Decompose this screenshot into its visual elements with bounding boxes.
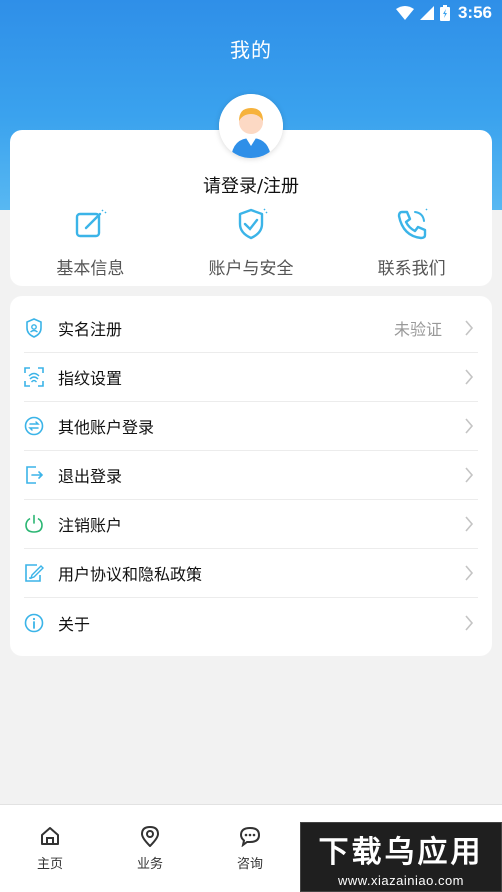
status-bar: 3:56 <box>0 0 502 26</box>
tab-home[interactable]: 主页 <box>0 805 100 892</box>
page-title: 我的 <box>230 38 272 62</box>
edit-icon <box>76 209 107 238</box>
chat-icon <box>239 826 261 847</box>
info-icon <box>24 613 44 632</box>
shortcut-label: 联系我们 <box>377 259 446 279</box>
shield-check-icon <box>238 208 268 240</box>
watermark-url: www.xiazainiao.com <box>337 872 465 888</box>
shortcut-label: 账户与安全 <box>208 259 294 279</box>
tab-business[interactable]: 业务 <box>100 805 200 892</box>
chevron-right-icon <box>465 467 474 483</box>
logout-icon <box>26 466 44 484</box>
user-avatar-icon <box>219 94 283 158</box>
menu-user-agreement-privacy[interactable]: 用户协议和隐私政策 <box>24 549 478 598</box>
menu-label: 其他账户登录 <box>58 418 155 437</box>
menu-about[interactable]: 关于 <box>24 598 478 647</box>
shortcut-row: 基本信息 账户与安全 联系我们 <box>10 202 492 282</box>
menu-fingerprint-settings[interactable]: 指纹设置 <box>24 353 478 402</box>
menu-label: 注销账户 <box>58 516 123 535</box>
chevron-right-icon <box>465 565 474 581</box>
chevron-right-icon <box>465 614 474 631</box>
settings-menu: 实名注册 未验证 指纹设置 其他账户登录 退出登录 注销账户 用户协议和隐私政策… <box>10 296 492 656</box>
status-time: 3:56 <box>457 3 492 22</box>
verification-status: 未验证 <box>393 320 442 339</box>
menu-label: 实名注册 <box>58 320 123 339</box>
swap-icon <box>24 416 44 436</box>
menu-label: 指纹设置 <box>58 369 123 388</box>
home-icon <box>41 827 59 845</box>
chevron-right-icon <box>465 516 474 532</box>
shortcut-basic-info[interactable]: 基本信息 <box>10 202 171 282</box>
menu-label: 用户协议和隐私政策 <box>58 565 203 584</box>
menu-real-name-registration[interactable]: 实名注册 未验证 <box>24 304 478 353</box>
menu-other-account-login[interactable]: 其他账户登录 <box>24 402 478 451</box>
phone-icon <box>397 208 428 240</box>
battery-icon <box>439 5 450 21</box>
wifi-icon <box>395 6 414 20</box>
id-shield-icon <box>26 318 42 338</box>
shortcut-account-security[interactable]: 账户与安全 <box>171 202 332 282</box>
chevron-right-icon <box>465 418 474 434</box>
fingerprint-icon <box>24 367 44 387</box>
shortcut-label: 基本信息 <box>56 259 125 279</box>
avatar[interactable] <box>219 94 283 158</box>
chevron-right-icon <box>465 369 474 385</box>
menu-logout[interactable]: 退出登录 <box>24 451 478 500</box>
tab-label: 咨询 <box>236 857 263 872</box>
menu-label: 关于 <box>58 614 91 634</box>
power-icon <box>25 514 43 533</box>
watermark-title: 下载乌应用 <box>318 834 484 870</box>
tab-label: 主页 <box>36 857 63 872</box>
shortcut-contact-us[interactable]: 联系我们 <box>331 202 492 282</box>
login-register-link[interactable]: 请登录/注册 <box>10 172 492 198</box>
location-icon <box>140 825 160 847</box>
signal-icon <box>419 6 434 20</box>
watermark-overlay: 下载乌应用 www.xiazainiao.com <box>300 822 502 892</box>
tab-label: 业务 <box>136 857 163 872</box>
menu-label: 退出登录 <box>58 467 123 486</box>
chevron-right-icon <box>465 320 474 336</box>
tab-consult[interactable]: 咨询 <box>200 805 300 892</box>
document-pen-icon <box>25 564 44 582</box>
menu-cancel-account[interactable]: 注销账户 <box>24 500 478 549</box>
